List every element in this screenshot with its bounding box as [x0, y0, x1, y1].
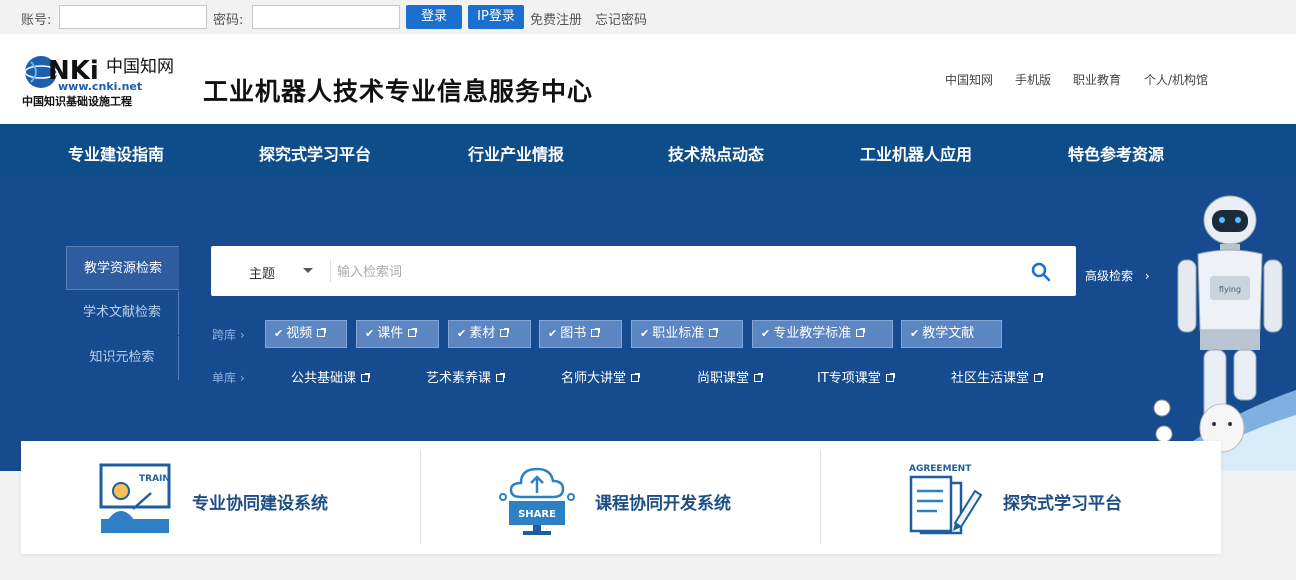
external-link-icon — [709, 328, 719, 337]
login-button[interactable]: 登录 — [406, 5, 462, 29]
single-db-art[interactable]: 艺术素养课 — [426, 367, 506, 386]
chevron-right-icon: › — [1144, 269, 1150, 283]
cross-db-label: 跨库 › — [212, 328, 245, 342]
single-db-it[interactable]: IT专项课堂 — [817, 367, 895, 386]
divider — [330, 260, 331, 282]
external-link-icon — [317, 328, 327, 337]
single-db-community[interactable]: 社区生活课堂 — [951, 367, 1044, 386]
logo-slogan-text: 中国知识基础设施工程 — [22, 94, 132, 108]
single-db-public[interactable]: 公共基础课 — [291, 367, 371, 386]
search-icon[interactable] — [1031, 262, 1051, 282]
nav-item-robot[interactable]: 工业机器人应用 — [860, 141, 972, 165]
nav-item-resources[interactable]: 特色参考资源 — [1068, 141, 1164, 165]
search-field-select[interactable]: 主题 — [249, 263, 275, 282]
chip-teaching-literature[interactable]: ✔ 教学文献 — [901, 320, 1002, 348]
robot-illustration: flying — [1153, 195, 1296, 471]
check-icon: ✔ — [548, 327, 558, 340]
card-title: 专业协同建设系统 — [192, 494, 328, 514]
tab-academic-literature[interactable]: 学术文献检索 — [66, 291, 179, 335]
tab-teaching-resources[interactable]: 教学资源检索 — [66, 246, 179, 290]
single-db-shangzhi[interactable]: 尚职课堂 — [697, 367, 764, 386]
chip-video[interactable]: ✔ 视频 — [265, 320, 347, 348]
logo-cn-text: 中国知网 — [106, 57, 174, 77]
card-icon-text: SHARE — [518, 509, 556, 520]
single-db-master[interactable]: 名师大讲堂 — [561, 367, 641, 386]
external-link-icon — [1034, 373, 1044, 382]
share-cloud-icon: SHARE — [499, 467, 575, 535]
external-link-icon — [631, 373, 641, 382]
nav-item-tech[interactable]: 技术热点动态 — [668, 141, 764, 165]
account-input[interactable] — [59, 5, 207, 29]
check-icon: ✔ — [457, 327, 467, 340]
chip-courseware[interactable]: ✔ 课件 — [356, 320, 439, 348]
register-link[interactable]: 免费注册 — [530, 9, 582, 28]
check-icon: ✔ — [640, 327, 650, 340]
external-link-icon — [856, 328, 866, 337]
search-box: 主题 — [211, 246, 1076, 296]
agreement-document-icon: AGREEMENT — [909, 464, 983, 535]
external-link-icon — [754, 373, 764, 382]
top-login-bar: 账号: 密码: 登录 IP登录 免费注册 忘记密码 — [0, 0, 1296, 34]
check-icon: ✔ — [365, 327, 375, 340]
search-input[interactable] — [337, 258, 987, 284]
card-title: 探究式学习平台 — [1003, 494, 1122, 514]
nav-item-industry[interactable]: 行业产业情报 — [468, 141, 564, 165]
external-link-icon — [408, 328, 418, 337]
single-db-label: 单库 › — [212, 371, 245, 385]
forgot-password-link[interactable]: 忘记密码 — [595, 9, 647, 28]
feature-cards: TRAIN 专业协同建设系统 SHARE 课程协同开发系统 AGREEMENT — [21, 441, 1221, 554]
check-icon: ✔ — [761, 327, 771, 340]
page-title: 工业机器人技术专业信息服务中心 — [203, 77, 594, 106]
card-icon-text: TRAIN — [139, 474, 170, 484]
teacher-board-icon: TRAIN — [99, 463, 171, 533]
search-hero: 教学资源检索 学术文献检索 知识元检索 主题 高级检索 › 跨库 › ✔视频 ✔… — [0, 176, 1296, 471]
chevron-down-icon[interactable] — [303, 268, 313, 273]
ip-login-button[interactable]: IP登录 — [468, 5, 524, 29]
nav-item-inquiry[interactable]: 探究式学习平台 — [259, 141, 371, 165]
check-icon: ✔ — [274, 327, 284, 340]
check-icon: ✔ — [910, 327, 920, 340]
cnki-logo[interactable]: NKi 中国知网 www.cnki.net 中国知识基础设施工程 — [22, 50, 184, 108]
site-header: NKi 中国知网 www.cnki.net 中国知识基础设施工程 工业机器人技术… — [0, 34, 1296, 124]
chip-vocational-standard[interactable]: ✔ 职业标准 — [631, 320, 743, 348]
card-collab-construction[interactable]: TRAIN 专业协同建设系统 — [21, 441, 421, 554]
logo-url-text: www.cnki.net — [58, 80, 142, 93]
advanced-search-label: 高级检索 — [1085, 269, 1134, 283]
header-link-personal[interactable]: 个人/机构馆 — [1144, 71, 1208, 88]
card-course-development[interactable]: SHARE 课程协同开发系统 — [421, 441, 821, 554]
card-icon-text: AGREEMENT — [909, 464, 972, 474]
header-link-cnki[interactable]: 中国知网 — [945, 71, 993, 88]
external-link-icon — [591, 328, 601, 337]
header-link-vocational[interactable]: 职业教育 — [1073, 71, 1121, 88]
chip-book[interactable]: ✔ 图书 — [539, 320, 622, 348]
chip-material[interactable]: ✔ 素材 — [448, 320, 531, 348]
tab-knowledge-element[interactable]: 知识元检索 — [66, 336, 179, 380]
nav-item-guide[interactable]: 专业建设指南 — [68, 141, 164, 165]
external-link-icon — [496, 373, 506, 382]
main-nav: 专业建设指南 探究式学习平台 行业产业情报 技术热点动态 工业机器人应用 特色参… — [0, 124, 1296, 176]
header-link-mobile[interactable]: 手机版 — [1015, 71, 1051, 88]
search-tabs: 教学资源检索 学术文献检索 知识元检索 — [66, 246, 179, 380]
external-link-icon — [885, 373, 895, 382]
password-label: 密码: — [213, 13, 244, 28]
robot-chest-text: flying — [1219, 285, 1241, 294]
account-label: 账号: — [21, 13, 52, 28]
password-input[interactable] — [252, 5, 400, 29]
external-link-icon — [500, 328, 510, 337]
advanced-search-link[interactable]: 高级检索 › — [1085, 267, 1150, 284]
external-link-icon — [361, 373, 371, 382]
card-title: 课程协同开发系统 — [595, 494, 731, 514]
card-inquiry-platform[interactable]: AGREEMENT 探究式学习平台 — [821, 441, 1221, 554]
chip-teaching-standard[interactable]: ✔ 专业教学标准 — [752, 320, 893, 348]
